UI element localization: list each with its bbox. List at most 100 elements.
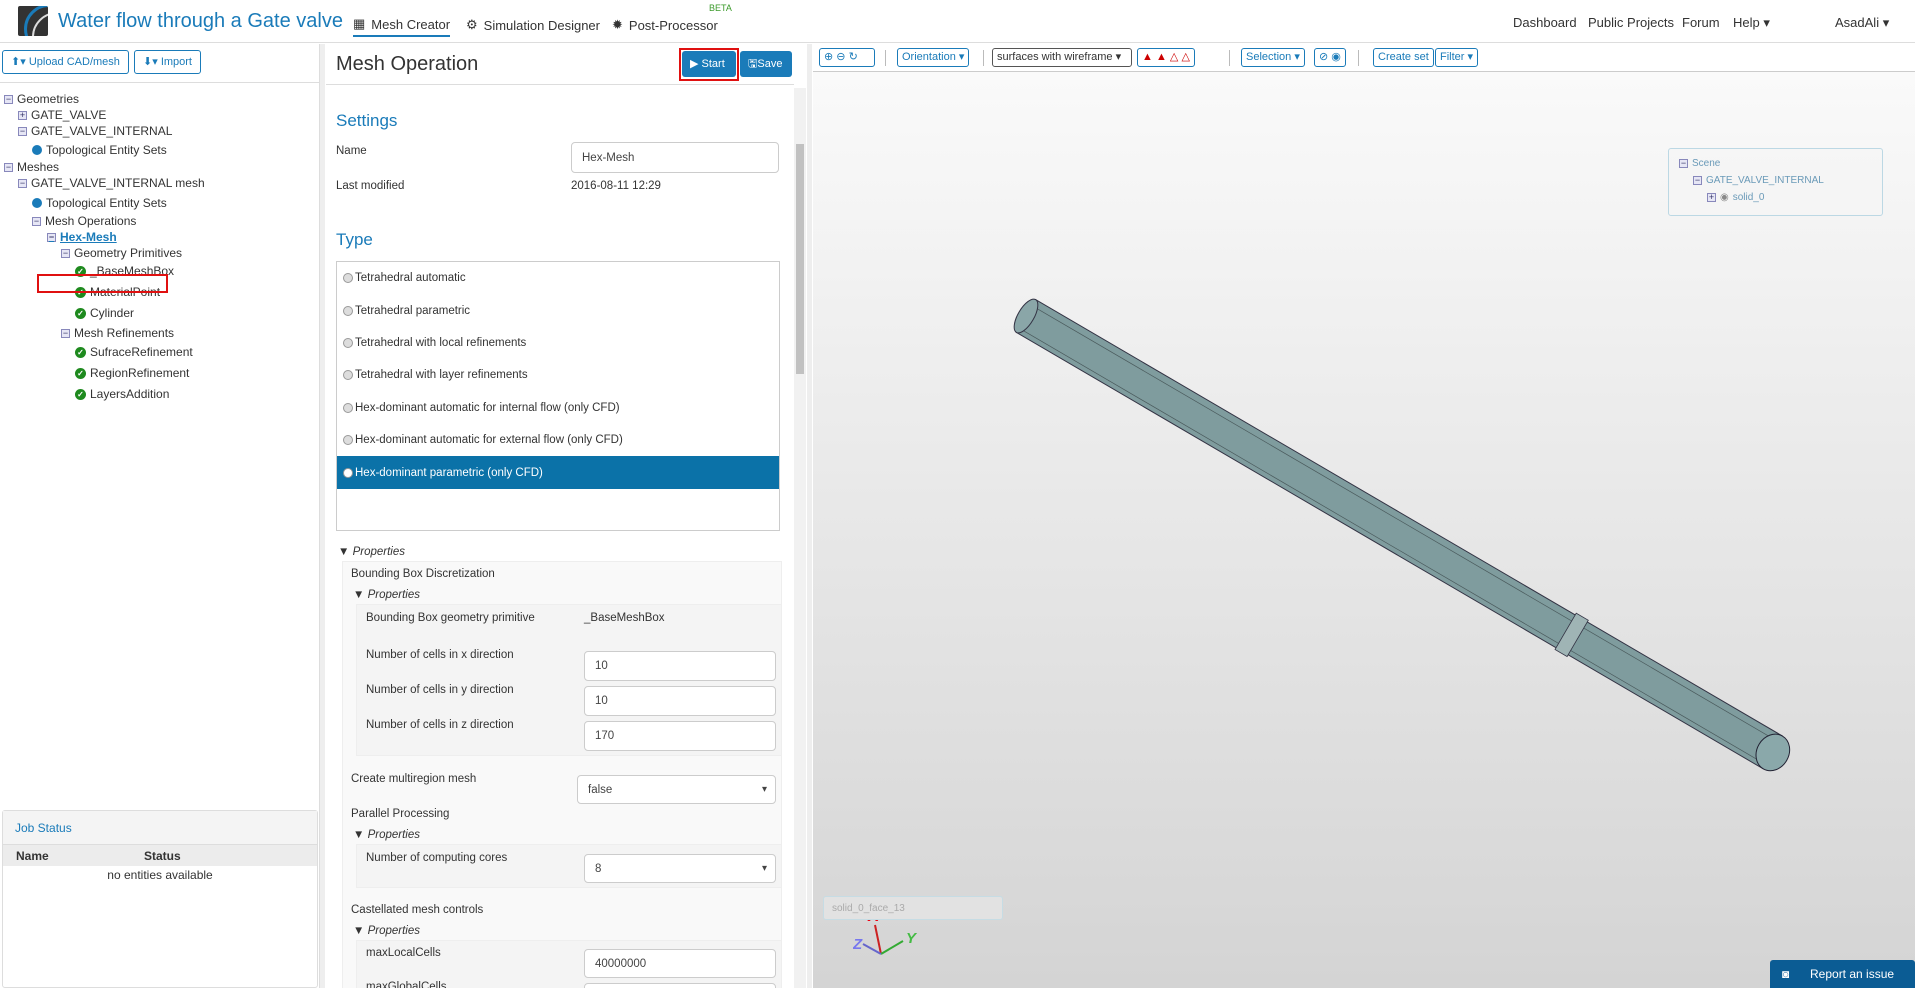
zoom-in-icon[interactable]: ⊕ (824, 51, 833, 63)
axis-y-label: Y (906, 930, 918, 947)
nav-dashboard[interactable]: Dashboard (1513, 15, 1577, 30)
tab-post-processor[interactable]: ✹ Post-Processor (612, 13, 718, 37)
tree-node-mesh-operations[interactable]: − Mesh Operations (32, 214, 136, 228)
right-splitter[interactable] (807, 44, 812, 988)
tree-node-cylinder[interactable]: ✓ Cylinder (75, 306, 134, 320)
upload-icon: ⬆▾ (11, 56, 26, 68)
tree-node-mesh-topological-sets[interactable]: Topological Entity Sets (32, 196, 167, 210)
eye-icon[interactable]: ◉ (1331, 51, 1341, 63)
visibility-buttons[interactable]: ⊘ ◉ (1314, 48, 1346, 67)
import-button[interactable]: ⬇▾ Import (134, 50, 201, 74)
app-logo[interactable] (18, 6, 48, 36)
cells-z-input[interactable]: 170 (584, 721, 776, 751)
type-option[interactable]: Tetrahedral with local refinements (337, 327, 779, 359)
scene-node-solid[interactable]: + ◉ solid_0 (1707, 192, 1764, 203)
nav-forum[interactable]: Forum (1682, 15, 1720, 30)
render-style-buttons[interactable]: ▲ ▲ △ △ (1137, 48, 1195, 67)
wireframe-solid-icon[interactable]: ▲ (1156, 51, 1167, 63)
hide-icon[interactable]: ⊘ (1319, 51, 1328, 63)
empty-message: no entities available (107, 868, 213, 882)
properties-toggle[interactable]: ▼ Properties (338, 546, 405, 558)
tree-node-mesh[interactable]: − GATE_VALVE_INTERNAL mesh (18, 176, 205, 190)
tree-node-geometries[interactable]: − Geometries (4, 92, 79, 106)
primitive-value: _BaseMeshBox (584, 612, 665, 624)
type-option[interactable]: Hex-dominant automatic for internal flow… (337, 392, 779, 424)
zoom-controls[interactable]: ⊕ ⊖ ↻ (819, 48, 875, 67)
play-icon: ▶ (690, 58, 699, 70)
download-icon: ⬇▾ (143, 56, 158, 68)
last-modified-label: Last modified (336, 180, 405, 192)
cells-x-input[interactable]: 10 (584, 651, 776, 681)
max-local-input[interactable]: 40000000 (584, 949, 776, 978)
properties-toggle[interactable]: ▼ Properties (353, 829, 420, 841)
zoom-out-icon[interactable]: ⊖ (836, 51, 845, 63)
name-input[interactable]: Hex-Mesh (571, 142, 779, 173)
camera-icon: ◙ (1782, 967, 1790, 981)
max-global-input[interactable] (584, 983, 776, 988)
tree-node-gate-valve[interactable]: + GATE_VALVE (18, 108, 106, 122)
tab-simulation-designer[interactable]: ⚙ Simulation Designer (466, 13, 600, 37)
wireframe-icon[interactable]: △ (1170, 51, 1178, 63)
eye-icon[interactable]: ◉ (1720, 192, 1729, 203)
upload-cad-button[interactable]: ⬆▾ Upload CAD/mesh (2, 50, 129, 74)
cells-x-label: Number of cells in x direction (366, 649, 514, 661)
tree-node-geometry-primitives[interactable]: − Geometry Primitives (61, 246, 182, 260)
start-button[interactable]: ▶ Start (682, 51, 736, 77)
name-label: Name (336, 145, 367, 157)
circle-icon (32, 145, 42, 155)
nav-help[interactable]: Help ▾ (1733, 15, 1770, 31)
3d-viewer: ⊕ ⊖ ↻ Orientation ▾ surfaces with wirefr… (813, 44, 1915, 988)
create-set-button[interactable]: Create set (1373, 48, 1434, 67)
multiregion-select[interactable]: false (577, 775, 776, 804)
nav-public-projects[interactable]: Public Projects (1588, 15, 1674, 30)
save-icon: 🖫 (748, 58, 758, 70)
scene-node[interactable]: − Scene (1679, 158, 1720, 169)
type-option[interactable]: Tetrahedral automatic (337, 262, 779, 294)
render-mode-select[interactable]: surfaces with wireframe ▾ (992, 48, 1132, 67)
report-issue-button[interactable]: ◙ Report an issue (1770, 960, 1915, 988)
type-option-selected[interactable]: Hex-dominant parametric (only CFD) (337, 456, 779, 489)
points-icon[interactable]: △ (1181, 51, 1189, 63)
cog-icon: ✹ (612, 17, 623, 32)
scrollbar-thumb[interactable] (796, 144, 804, 374)
scene-node-gate-valve-internal[interactable]: − GATE_VALVE_INTERNAL (1693, 175, 1824, 186)
filter-dropdown[interactable]: Filter ▾ (1435, 48, 1479, 67)
project-title: Water flow through a Gate valve (58, 10, 343, 32)
tree-node-region-refinement[interactable]: ✓ RegionRefinement (75, 366, 189, 380)
type-option[interactable]: Tetrahedral parametric (337, 294, 779, 326)
column-name: Name (16, 849, 49, 863)
selection-dropdown[interactable]: Selection ▾ (1241, 48, 1305, 67)
type-heading: Type (336, 230, 373, 249)
properties-toggle[interactable]: ▼ Properties (353, 589, 420, 601)
tree-node-surface-refinement[interactable]: ✓ SufraceRefinement (75, 345, 193, 359)
type-option[interactable]: Hex-dominant automatic for external flow… (337, 424, 779, 456)
tree-node-meshes[interactable]: − Meshes (4, 160, 59, 174)
cores-select[interactable]: 8 (584, 854, 776, 883)
refresh-icon[interactable]: ↻ (849, 51, 858, 63)
tab-mesh-creator[interactable]: ▦ Mesh Creator (353, 13, 451, 37)
tree-node-topological-sets[interactable]: Topological Entity Sets (32, 143, 167, 157)
solid-icon[interactable]: ▲ (1142, 51, 1153, 63)
tree-node-mesh-refinements[interactable]: − Mesh Refinements (61, 326, 174, 340)
multiregion-label: Create multiregion mesh (351, 773, 477, 785)
castellated-title: Castellated mesh controls (351, 904, 484, 916)
tree-node-gate-valve-internal[interactable]: − GATE_VALVE_INTERNAL (18, 124, 172, 138)
check-icon: ✓ (75, 388, 86, 400)
type-option[interactable]: Tetrahedral with layer refinements (337, 359, 779, 391)
left-splitter[interactable] (320, 44, 325, 988)
top-navbar: Water flow through a Gate valve ▦ Mesh Cr… (0, 0, 1915, 43)
last-modified-value: 2016-08-11 12:29 (571, 180, 661, 192)
page-title: Mesh Operation (336, 53, 479, 75)
orientation-dropdown[interactable]: Orientation ▾ (897, 48, 970, 67)
tree-node-hex-mesh[interactable]: − Hex-Mesh (47, 230, 117, 244)
properties-toggle[interactable]: ▼ Properties (353, 925, 420, 937)
viewport-canvas[interactable]: −Scene −GATE_VALVE_INTERNAL +◉solid_0 X … (813, 71, 1915, 988)
tree-node-layers-addition[interactable]: ✓ LayersAddition (75, 387, 169, 401)
circle-icon (32, 198, 42, 208)
cells-y-input[interactable]: 10 (584, 686, 776, 716)
selected-entity-box[interactable]: solid_0_face_13 (823, 896, 1003, 920)
check-icon: ✓ (75, 367, 86, 379)
cells-y-label: Number of cells in y direction (366, 684, 514, 696)
save-button[interactable]: 🖫Save (740, 51, 792, 77)
user-menu[interactable]: AsadAli ▾ (1835, 15, 1889, 31)
